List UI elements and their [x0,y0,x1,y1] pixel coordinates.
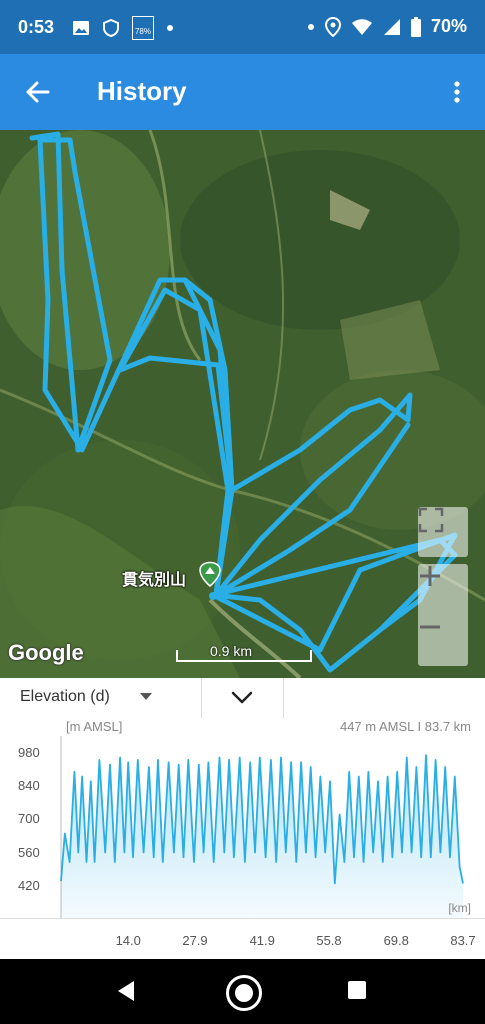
dot-icon [167,25,173,31]
home-circle-icon[interactable] [226,975,262,1011]
cellular-icon [383,18,400,35]
app-bar: History [0,54,485,130]
chart-toolbar: Elevation (d) [0,678,485,719]
google-logo: Google [8,640,84,665]
collapse-chart-button[interactable] [202,678,283,718]
x-tick-label: 14.0 [115,933,141,948]
map-scale-label: 0.9 km [210,643,253,659]
x-axis-ticks: 14.0 27.9 41.9 55.8 69.8 83.7 [0,918,485,960]
dropdown-arrow-icon [140,693,152,700]
x-axis-unit: [km] [448,901,471,915]
more-vert-icon[interactable] [445,74,469,110]
fullscreen-button[interactable] [418,507,468,557]
toolbar-divider [283,678,284,718]
location-icon [324,16,341,37]
zoom-out-button[interactable] [418,615,468,666]
chevron-down-icon [231,691,253,704]
fullscreen-icon [418,507,444,533]
zoom-in-icon [420,566,440,586]
image-icon [73,21,89,35]
x-tick-label: 41.9 [249,933,275,948]
dot-icon [307,23,314,30]
metric-dropdown-label: Elevation (d) [20,688,110,705]
shield-icon [103,19,119,37]
status-time: 0:53 [18,17,55,37]
map-place-label: 貫気別山 [122,572,187,589]
zoom-controls [418,564,468,666]
metric-dropdown[interactable]: Elevation (d) [0,678,201,718]
elevation-chart[interactable]: [m AMSL] 447 m AMSL I 83.7 km 980 840 700 5… [0,718,485,959]
back-triangle-icon[interactable] [114,979,138,1003]
zoom-in-button[interactable] [418,564,468,615]
elevation-plot [60,736,464,918]
page-title: History [97,76,187,106]
activity-badge-icon: 78% [132,16,154,40]
battery-percent: 70% [430,16,467,36]
system-nav-bar [0,959,485,1024]
map-view[interactable]: 貫気別山 Google 0.9 km [0,130,485,678]
arrow-left-icon[interactable] [20,74,56,110]
satellite-map [0,130,485,678]
zoom-out-icon [420,625,440,629]
battery-icon [410,16,421,37]
wifi-icon [351,18,372,35]
x-tick-label: 69.8 [383,933,409,948]
status-bar: 0:53 78% 70% [0,0,485,54]
recents-square-icon[interactable] [348,981,366,999]
x-tick-label: 83.7 [450,933,476,948]
x-tick-label: 55.8 [316,933,342,948]
x-tick-label: 27.9 [182,933,208,948]
